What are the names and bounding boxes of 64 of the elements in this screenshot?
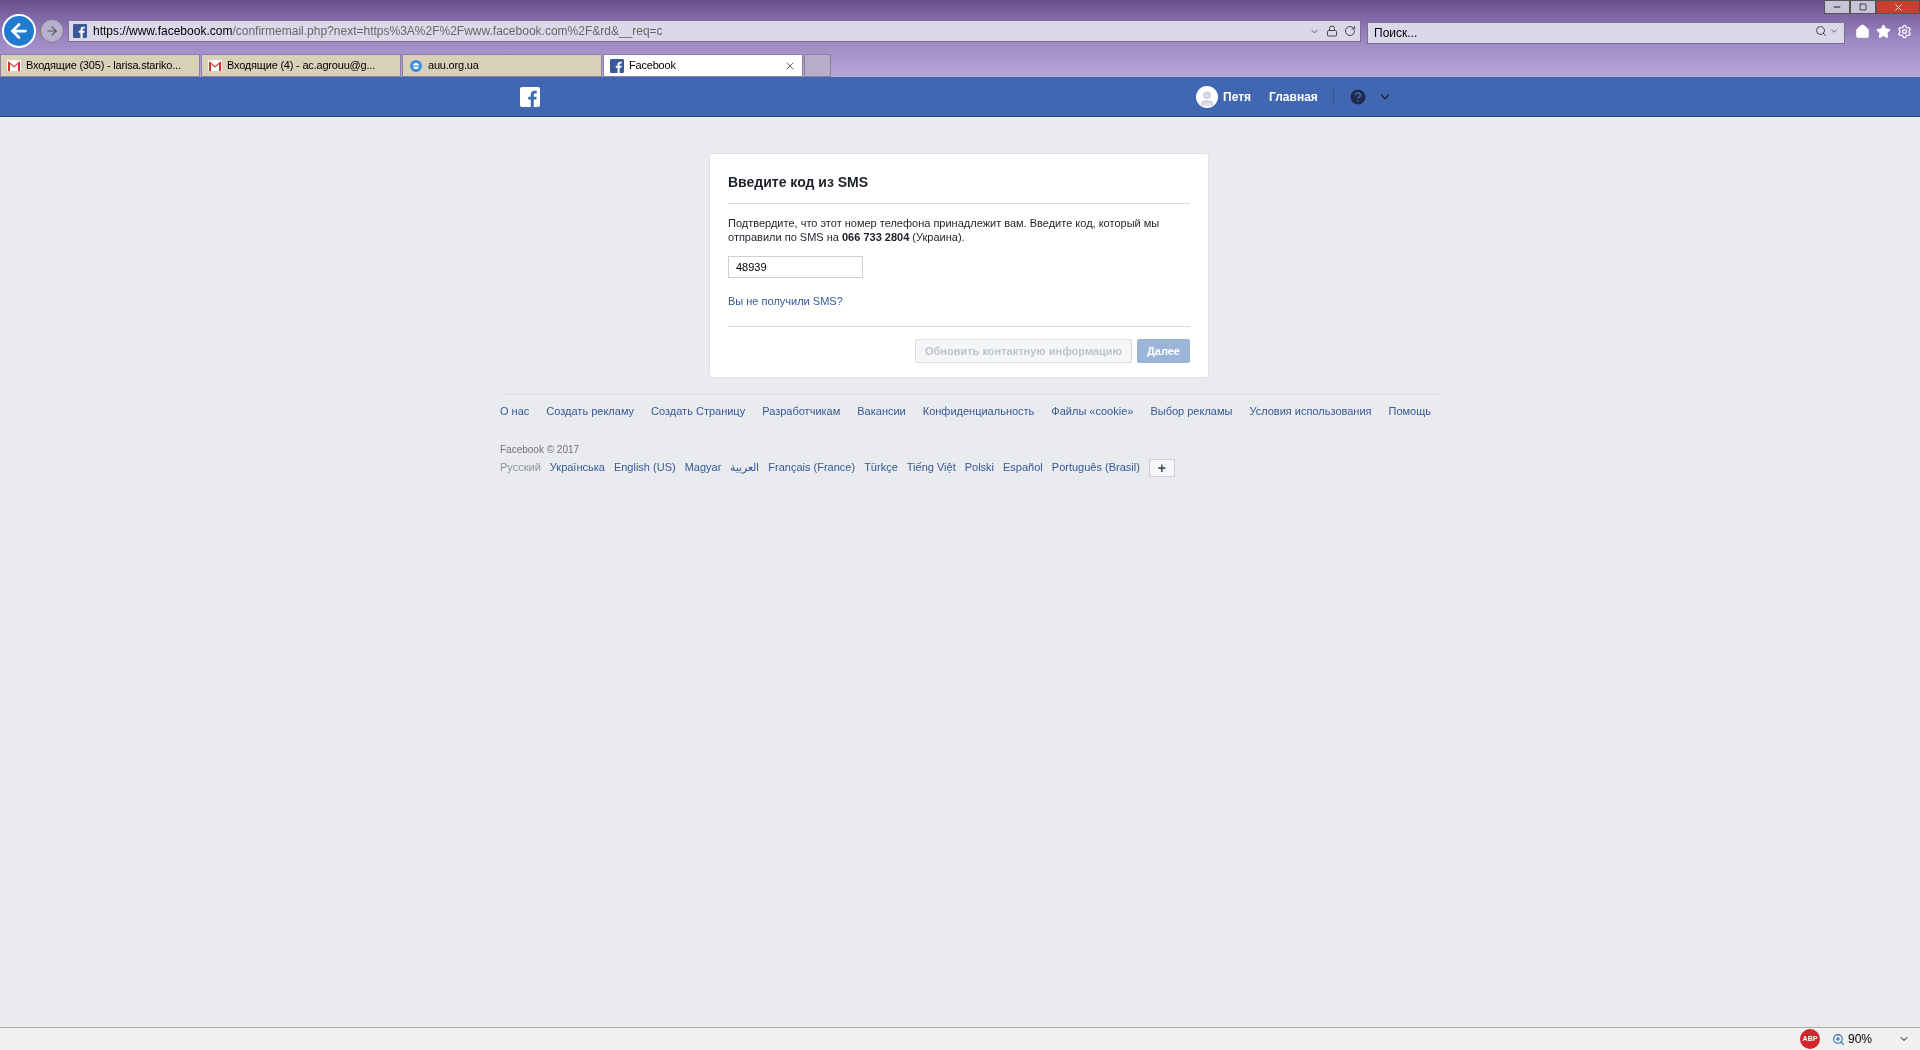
language-link[interactable]: Magyar bbox=[684, 459, 722, 476]
language-link[interactable]: Español bbox=[1003, 459, 1043, 476]
resend-link[interactable]: Вы не получили SMS? bbox=[728, 295, 843, 307]
footer-link[interactable]: Конфиденциальность bbox=[922, 403, 1035, 420]
language-link[interactable]: Português (Brasil) bbox=[1051, 459, 1140, 476]
footer-link[interactable]: Создать Страницу bbox=[651, 403, 746, 420]
more-languages-button[interactable]: + bbox=[1148, 458, 1175, 477]
close-button[interactable] bbox=[1876, 0, 1920, 14]
footer-link[interactable]: Вакансии bbox=[857, 403, 906, 420]
address-field[interactable]: https://www.facebook.com/confirmemail.php?next=https%3A%2F%2Fwww.facebook.com%2F&rd&__req=c bbox=[68, 20, 1361, 42]
tab-title: auu.org.ua bbox=[428, 58, 480, 74]
forward-arrow-icon bbox=[45, 24, 59, 38]
maximize-button[interactable] bbox=[1850, 0, 1876, 14]
footer-link[interactable]: Разработчикам bbox=[762, 403, 841, 420]
envelope-icon bbox=[208, 60, 222, 71]
footer-link[interactable]: Файлы «cookie» bbox=[1051, 403, 1134, 420]
copyright-text: Facebook © 2017 bbox=[500, 442, 581, 457]
f-logo-icon bbox=[610, 58, 624, 73]
zoom-icon[interactable] bbox=[1831, 1032, 1845, 1046]
language-link[interactable]: Polski bbox=[964, 459, 995, 476]
browser-tab[interactable]: Входящие (4) - ac.agrouu@g... bbox=[201, 54, 401, 77]
search-icon[interactable] bbox=[1815, 25, 1827, 37]
globe-e-icon bbox=[409, 58, 423, 73]
search-field[interactable]: Поиск... bbox=[1367, 22, 1845, 44]
home-icon[interactable] bbox=[1855, 23, 1870, 39]
refresh-icon[interactable] bbox=[1344, 25, 1356, 37]
envelope-icon bbox=[7, 60, 21, 71]
star-icon[interactable] bbox=[1876, 23, 1891, 39]
f-logo-icon[interactable] bbox=[520, 86, 540, 107]
dropdown-icon[interactable] bbox=[1829, 26, 1839, 36]
code-field[interactable]: 48939 bbox=[728, 256, 863, 278]
footer-link[interactable]: Выбор рекламы bbox=[1150, 403, 1233, 420]
home-link[interactable]: Главная bbox=[1269, 87, 1334, 106]
language-link[interactable]: English (US) bbox=[613, 459, 676, 476]
card-title: Введите код из SMS bbox=[728, 172, 1190, 204]
footer-link[interactable]: Условия использования bbox=[1249, 403, 1372, 420]
footer-link[interactable]: Создать рекламу bbox=[546, 403, 635, 420]
minimize-button[interactable] bbox=[1824, 0, 1850, 14]
close-icon bbox=[1892, 1, 1904, 13]
tab-title: Входящие (305) - larisa.stariko... bbox=[26, 58, 182, 74]
settings-icon[interactable] bbox=[1897, 23, 1912, 39]
tab-title: Входящие (4) - ac.agrouu@g... bbox=[227, 58, 376, 74]
back-button[interactable] bbox=[2, 14, 36, 48]
browser-tab[interactable]: auu.org.ua bbox=[402, 54, 602, 77]
f-logo-icon bbox=[73, 24, 87, 38]
footer-link[interactable]: О нас bbox=[500, 403, 530, 420]
zoom-level[interactable]: 90% bbox=[1847, 1030, 1872, 1048]
language-link[interactable]: Українська bbox=[549, 459, 605, 476]
card-description: Подтвердите, что этот номер телефона принадлежит вам. Введите код, который мы отправили по SMS на 066 733 2804 (Украина). bbox=[728, 216, 1161, 244]
help-icon[interactable] bbox=[1347, 86, 1368, 107]
maximize-icon bbox=[1859, 3, 1867, 11]
browser-tab[interactable]: Входящие (305) - larisa.stariko... bbox=[0, 54, 200, 77]
language-link[interactable]: Français (France) bbox=[768, 459, 856, 476]
language-link[interactable]: Tiếng Việt bbox=[906, 459, 956, 476]
language-link[interactable]: العربية bbox=[730, 459, 760, 476]
lock-icon bbox=[1326, 25, 1338, 37]
profile-link[interactable]: Петя bbox=[1223, 87, 1252, 106]
footer-link[interactable]: Помощь bbox=[1388, 403, 1431, 420]
forward-button[interactable] bbox=[40, 19, 64, 43]
tab-title: Facebook bbox=[629, 58, 677, 74]
language-link[interactable]: Türkçe bbox=[864, 459, 898, 476]
browser-tab[interactable]: Facebook bbox=[603, 54, 803, 77]
avatar-icon[interactable] bbox=[1196, 85, 1218, 108]
url-text: https://www.facebook.com/confirmemail.php?next=https%3A%2F%2Fwww.facebook.com%2F&rd&__req=c bbox=[93, 23, 664, 40]
